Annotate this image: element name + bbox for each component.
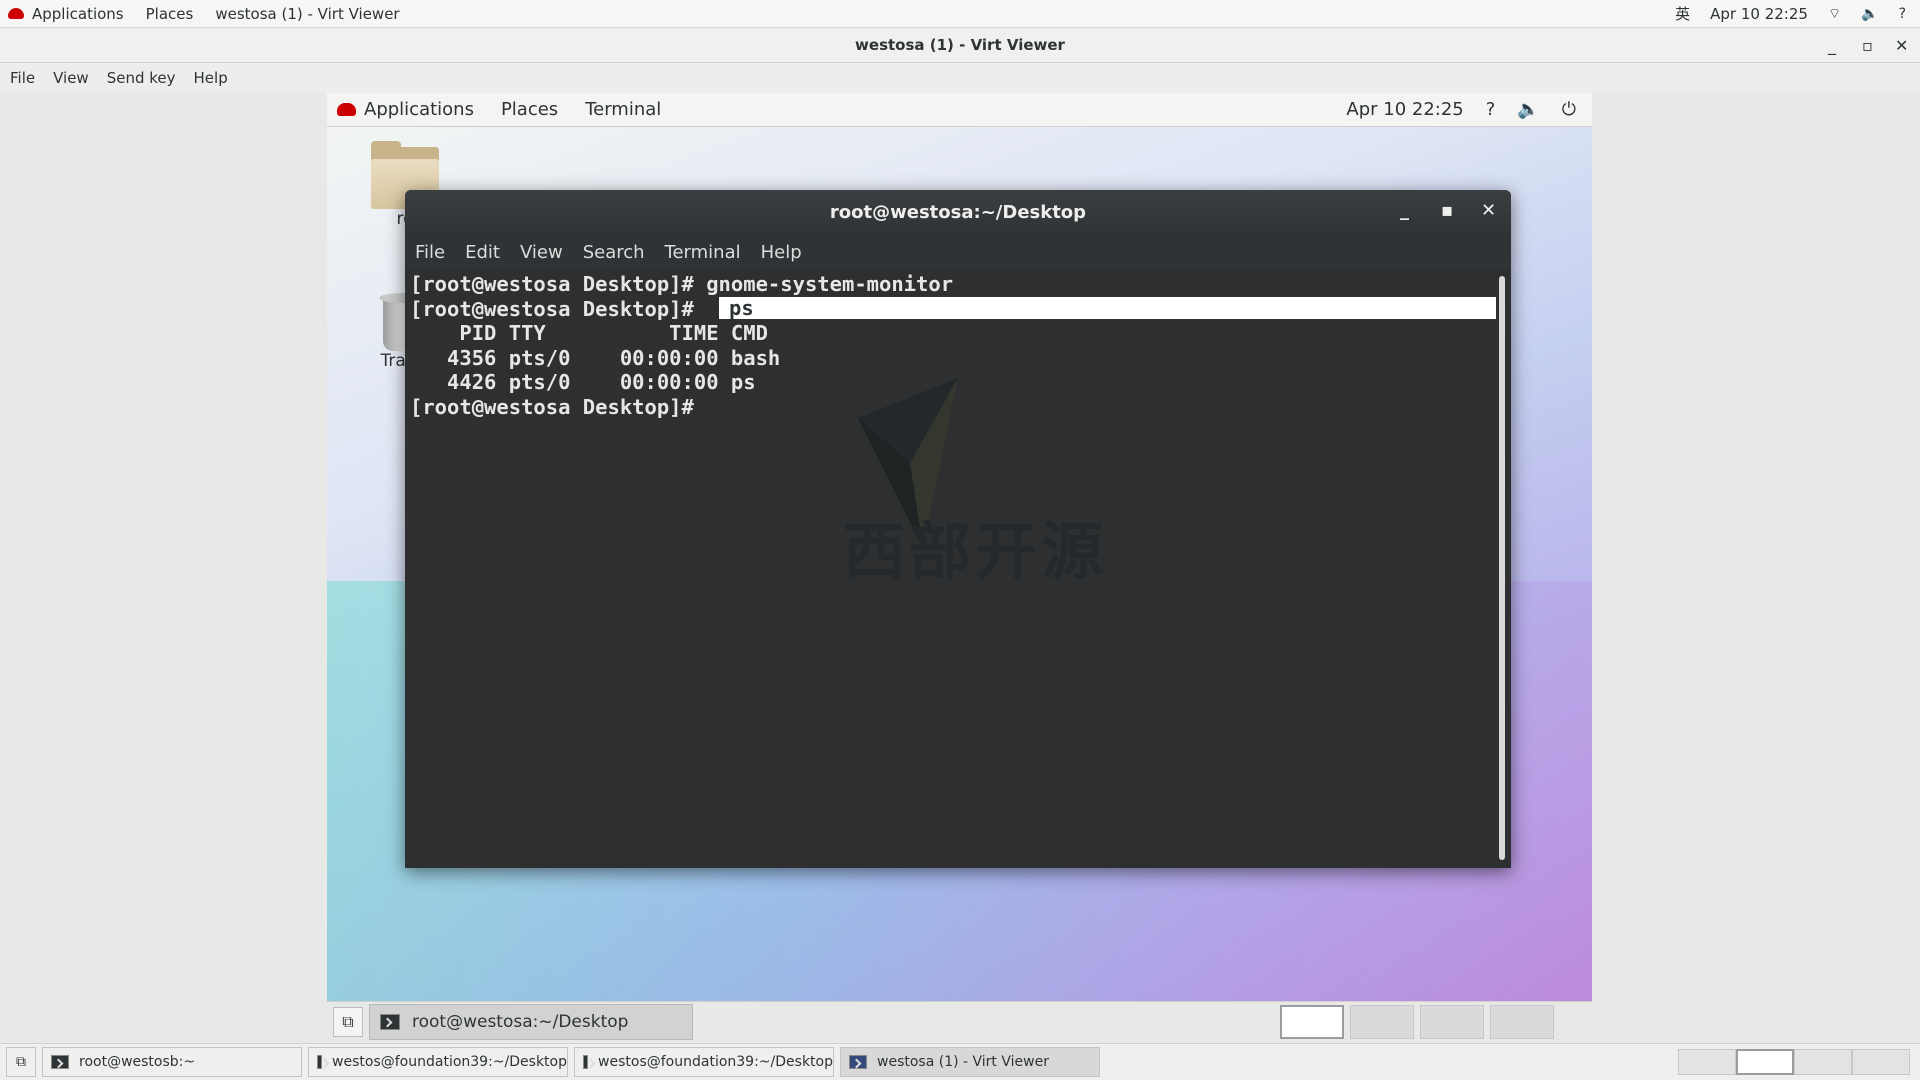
host-status-area: 英 Apr 10 22:25 ⌔ 🔈 ? xyxy=(1675,3,1920,24)
terminal-scrollbar[interactable] xyxy=(1499,276,1505,860)
host-applications-menu[interactable]: Applications xyxy=(0,5,135,23)
host-window-menu[interactable]: westosa (1) - Virt Viewer xyxy=(204,5,410,23)
viewer-menu-send-key[interactable]: Send key xyxy=(97,69,184,87)
host-task-label: westosa (1) - Virt Viewer xyxy=(877,1054,1049,1070)
host-bottom-panel: ⧉ root@westosb:~ westos@foundation39:~/D… xyxy=(0,1043,1920,1080)
guest-clock[interactable]: Apr 10 22:25 xyxy=(1346,99,1463,120)
host-task-4[interactable]: westosa (1) - Virt Viewer xyxy=(840,1047,1100,1077)
viewer-title: westosa (1) - Virt Viewer xyxy=(855,36,1065,54)
viewer-titlebar: westosa (1) - Virt Viewer _ ▫ ✕ xyxy=(0,28,1920,63)
redhat-logo-icon xyxy=(8,8,24,19)
terminal-menu-edit[interactable]: Edit xyxy=(455,242,510,263)
workspace-3[interactable] xyxy=(1420,1004,1484,1039)
wifi-icon[interactable]: ⌔ xyxy=(1828,5,1841,23)
viewer-menu-help[interactable]: Help xyxy=(184,69,236,87)
terminal-line: PID TTY TIME CMD xyxy=(410,321,768,346)
guest-terminal-menu[interactable]: Terminal xyxy=(585,99,661,120)
terminal-line: 4356 pts/0 00:00:00 bash xyxy=(410,345,781,370)
viewer-menu-file[interactable]: File xyxy=(0,69,43,87)
terminal-maximize-icon[interactable]: ▪ xyxy=(1441,200,1453,221)
virt-viewer-icon xyxy=(849,1055,867,1069)
host-places-menu[interactable]: Places xyxy=(135,5,205,23)
terminal-icon xyxy=(380,1013,400,1030)
guest-applications-menu[interactable]: Applications xyxy=(327,99,501,120)
workspace-1[interactable] xyxy=(1280,1004,1344,1039)
host-workspace-switcher xyxy=(1678,1049,1910,1075)
terminal-window[interactable]: root@westosa:~/Desktop _ ▪ ✕ File Edit V… xyxy=(405,190,1511,868)
host-workspace-3[interactable] xyxy=(1794,1049,1852,1075)
power-icon[interactable]: ⏻ xyxy=(1562,99,1576,120)
terminal-icon xyxy=(317,1055,323,1069)
input-method-indicator[interactable]: 英 xyxy=(1675,3,1690,24)
terminal-menu-help[interactable]: Help xyxy=(751,242,812,263)
workspace-2[interactable] xyxy=(1350,1004,1414,1039)
show-desktop-button[interactable]: ⧉ xyxy=(333,1006,363,1037)
redhat-logo-icon xyxy=(337,103,356,116)
host-task-1[interactable]: root@westosb:~ xyxy=(42,1047,302,1077)
host-applications-label: Applications xyxy=(32,4,124,23)
close-icon[interactable]: ✕ xyxy=(1895,36,1908,55)
guest-task-terminal[interactable]: root@westosa:~/Desktop xyxy=(369,1003,693,1040)
guest-status-area: Apr 10 22:25 ? 🔈 ⏻ xyxy=(1346,99,1592,120)
guest-places-menu[interactable]: Places xyxy=(501,99,558,120)
host-task-label: westos@foundation39:~/Desktop xyxy=(332,1054,567,1070)
guest-display[interactable]: Applications Places Terminal Apr 10 22:2… xyxy=(327,93,1592,1041)
host-clock[interactable]: Apr 10 22:25 xyxy=(1710,5,1808,23)
terminal-output[interactable]: 西部开源 ps [root@westosa Desktop]# gnome-sy… xyxy=(405,270,1511,868)
terminal-line: [root@westosa Desktop]# xyxy=(410,296,694,321)
guest-task-label: root@westosa:~/Desktop xyxy=(412,1011,629,1032)
volume-icon[interactable]: 🔈 xyxy=(1861,6,1878,22)
host-workspace-1[interactable] xyxy=(1678,1049,1736,1075)
guest-applications-label: Applications xyxy=(364,99,474,120)
terminal-menu-view[interactable]: View xyxy=(510,242,573,263)
viewer-menu-view[interactable]: View xyxy=(43,69,97,87)
network-question-icon[interactable]: ? xyxy=(1486,99,1496,120)
terminal-line: [root@westosa Desktop]# gnome-system-mon… xyxy=(410,272,954,296)
terminal-menubar: File Edit View Search Terminal Help xyxy=(405,234,1511,270)
host-task-3[interactable]: westos@foundation39:~/Desktop xyxy=(574,1047,834,1077)
host-workspace-2[interactable] xyxy=(1736,1049,1794,1075)
terminal-minimize-icon[interactable]: _ xyxy=(1400,200,1409,221)
minimize-icon[interactable]: _ xyxy=(1828,36,1836,55)
terminal-title: root@westosa:~/Desktop xyxy=(829,201,1087,223)
watermark-text: 西部开源 xyxy=(843,515,1108,588)
guest-workspace-switcher xyxy=(1274,1004,1554,1039)
viewer-menubar: File View Send key Help xyxy=(0,63,1920,93)
workspace-4[interactable] xyxy=(1490,1004,1554,1039)
host-top-panel: Applications Places westosa (1) - Virt V… xyxy=(0,0,1920,28)
terminal-line: 4426 pts/0 00:00:00 ps xyxy=(410,370,756,395)
host-task-label: westos@foundation39:~/Desktop xyxy=(598,1054,833,1070)
guest-volume-icon[interactable]: 🔈 xyxy=(1517,99,1539,120)
help-icon[interactable]: ? xyxy=(1899,6,1906,22)
terminal-close-icon[interactable]: ✕ xyxy=(1481,200,1496,221)
maximize-icon[interactable]: ▫ xyxy=(1862,36,1873,55)
terminal-lines: [root@westosa Desktop]# gnome-system-mon… xyxy=(410,272,953,420)
terminal-titlebar[interactable]: root@westosa:~/Desktop _ ▪ ✕ xyxy=(405,190,1511,234)
terminal-menu-search[interactable]: Search xyxy=(573,242,655,263)
host-show-desktop-button[interactable]: ⧉ xyxy=(6,1047,36,1077)
terminal-menu-file[interactable]: File xyxy=(405,242,455,263)
host-workspace-4[interactable] xyxy=(1852,1049,1910,1075)
terminal-icon xyxy=(51,1055,69,1069)
terminal-line: [root@westosa Desktop]# xyxy=(410,394,694,419)
host-task-label: root@westosb:~ xyxy=(79,1054,196,1070)
guest-top-panel: Applications Places Terminal Apr 10 22:2… xyxy=(327,93,1592,127)
host-task-2[interactable]: westos@foundation39:~/Desktop xyxy=(308,1047,568,1077)
guest-bottom-panel: ⧉ root@westosa:~/Desktop xyxy=(327,1001,1592,1041)
terminal-icon xyxy=(583,1055,589,1069)
terminal-menu-terminal[interactable]: Terminal xyxy=(655,242,751,263)
